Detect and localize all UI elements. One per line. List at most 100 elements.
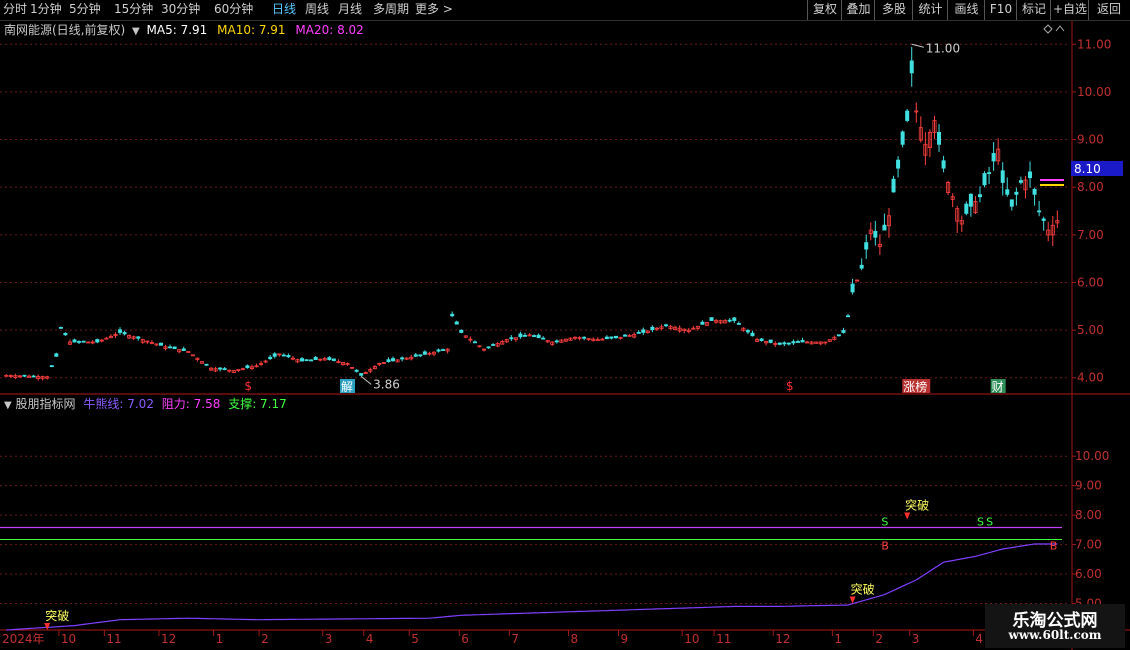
candle-body	[900, 131, 905, 145]
signal-marker-S: S	[977, 515, 984, 528]
event-marker: $	[244, 379, 252, 393]
candle-body	[509, 337, 514, 340]
candle-body	[172, 346, 177, 350]
action-button-4[interactable]: 画线	[947, 0, 985, 20]
candle-body	[532, 335, 537, 337]
candles	[4, 46, 1060, 381]
breakout-arrow-icon	[849, 596, 856, 604]
signal-marker-B: B	[1050, 540, 1058, 553]
indicator-tick-label: 9.00	[1075, 479, 1102, 493]
period-tab-2[interactable]: 5分钟	[69, 0, 101, 20]
breakout-marker: 突破	[905, 498, 929, 513]
candle-body	[286, 355, 291, 358]
action-button-0[interactable]: 复权	[807, 0, 842, 20]
period-tab-8[interactable]: 月线	[338, 0, 362, 20]
signal-marker-S: S	[986, 515, 993, 528]
time-axis-label: 6	[461, 632, 469, 646]
candle-body	[441, 349, 446, 351]
candle-body	[454, 321, 459, 325]
candle-body	[486, 346, 491, 349]
signal-marker-S: S	[881, 515, 888, 528]
event-marker: 解	[341, 380, 353, 394]
candle-body	[136, 336, 141, 339]
action-button-3[interactable]: 统计	[912, 0, 948, 20]
time-axis-label: 4	[366, 632, 374, 646]
period-tab-0[interactable]: 分时	[3, 0, 27, 20]
candle-body	[181, 348, 186, 351]
candle-body	[841, 330, 846, 333]
action-button-1[interactable]: 叠加	[841, 0, 875, 20]
main-tick-label: 7.00	[1077, 228, 1104, 242]
diamond-icon	[1043, 24, 1053, 34]
candle-body	[582, 336, 587, 339]
time-axis-label: 11	[716, 632, 731, 646]
candle-body	[554, 340, 559, 343]
low-annotation-label: 3.86	[373, 377, 400, 391]
candle-body	[864, 242, 869, 250]
period-tab-1[interactable]: 1分钟	[30, 0, 62, 20]
candle-body	[795, 341, 800, 343]
candle-body	[459, 329, 464, 333]
signal-marker-B: B	[881, 540, 889, 553]
candle-body	[391, 358, 396, 362]
candle-body	[222, 368, 227, 371]
time-axis-label: 9	[621, 632, 629, 646]
candle-body	[977, 194, 982, 198]
candle-body	[327, 357, 332, 361]
candle-body	[941, 160, 946, 169]
candle-body	[650, 326, 655, 331]
kline-chart[interactable]: 4.005.006.007.008.009.0010.0011.005.006.…	[0, 21, 1130, 650]
candle-body	[300, 358, 305, 362]
period-tab-4[interactable]: 30分钟	[161, 0, 200, 20]
candle-body	[304, 359, 309, 362]
candle-body	[536, 334, 541, 339]
candle-body	[359, 373, 364, 376]
time-axis-label: 8	[570, 632, 578, 646]
candle-body	[518, 333, 523, 338]
action-button-2[interactable]: 多股	[874, 0, 913, 20]
main-tick-label: 8.00	[1077, 180, 1104, 194]
candle-body	[745, 330, 750, 333]
candle-body	[418, 354, 423, 357]
candle-body	[158, 342, 163, 346]
candle-body	[281, 354, 286, 357]
candle-body	[472, 341, 477, 344]
candle-body	[1005, 189, 1010, 195]
candle-body	[31, 375, 36, 378]
action-button-8[interactable]: 返回	[1088, 0, 1129, 20]
candle-body	[63, 332, 68, 336]
candle-body	[168, 346, 173, 349]
period-tab-9[interactable]: 多周期	[373, 0, 409, 20]
period-tab-5[interactable]: 60分钟	[214, 0, 253, 20]
breakout-marker: 突破	[45, 608, 69, 623]
watermark-url: www.60lt.com	[1008, 628, 1102, 642]
period-tab-6[interactable]: 日线	[272, 0, 296, 20]
candle-body	[873, 230, 878, 238]
candle-body	[882, 224, 887, 231]
candle-body	[436, 349, 441, 352]
candle-body	[245, 365, 250, 369]
candle-body	[750, 332, 755, 337]
main-tick-label: 9.00	[1077, 133, 1104, 147]
candle-body	[54, 353, 59, 357]
action-button-6[interactable]: 标记	[1016, 0, 1051, 20]
period-tab-3[interactable]: 15分钟	[114, 0, 153, 20]
candle-body	[709, 317, 714, 321]
main-tick-label: 11.00	[1077, 37, 1111, 51]
candle-body	[636, 331, 641, 334]
action-button-5[interactable]: F10	[984, 0, 1017, 20]
indicator-tick-label: 8.00	[1075, 508, 1102, 522]
candle-body	[413, 354, 418, 357]
candle-body	[331, 358, 336, 361]
candle-body	[613, 335, 618, 339]
candle-body	[122, 332, 127, 335]
candle-body	[268, 356, 273, 360]
action-button-7[interactable]: +自选	[1050, 0, 1089, 20]
candle-body	[81, 340, 86, 343]
candle-body	[1000, 170, 1005, 183]
breakout-arrow-icon	[904, 512, 911, 520]
time-axis-label: 2	[875, 632, 883, 646]
period-tab-10[interactable]: 更多 >	[415, 0, 453, 20]
period-tab-7[interactable]: 周线	[305, 0, 329, 20]
collapse-icon	[1055, 25, 1065, 32]
